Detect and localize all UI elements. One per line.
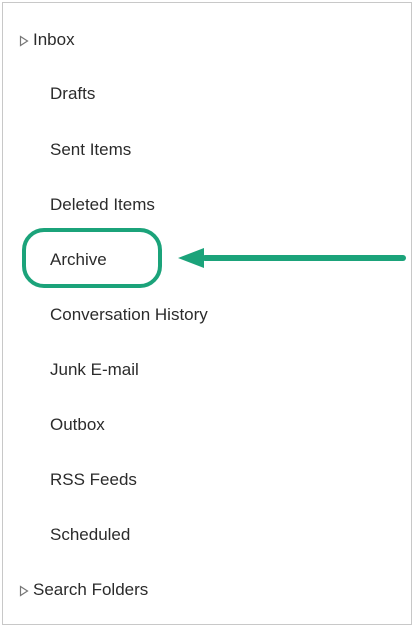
folder-label: Sent Items — [50, 140, 132, 159]
folder-label: Scheduled — [50, 525, 131, 544]
folder-label: Conversation History — [50, 305, 208, 324]
expand-arrow-icon[interactable] — [19, 35, 29, 47]
folder-pane: Inbox Drafts Sent Items Deleted Items Ar… — [2, 2, 412, 625]
folder-label: Deleted Items — [50, 195, 155, 214]
folder-label: Drafts — [50, 84, 96, 103]
folder-label: Outbox — [50, 415, 105, 434]
folder-label: Inbox — [33, 30, 75, 49]
highlight-circle — [22, 228, 162, 288]
folder-label: Search Folders — [33, 580, 149, 599]
folder-label: RSS Feeds — [50, 470, 137, 489]
expand-arrow-icon[interactable] — [19, 585, 29, 597]
pointer-arrow-icon — [178, 248, 406, 268]
folder-label: Junk E-mail — [50, 360, 139, 379]
